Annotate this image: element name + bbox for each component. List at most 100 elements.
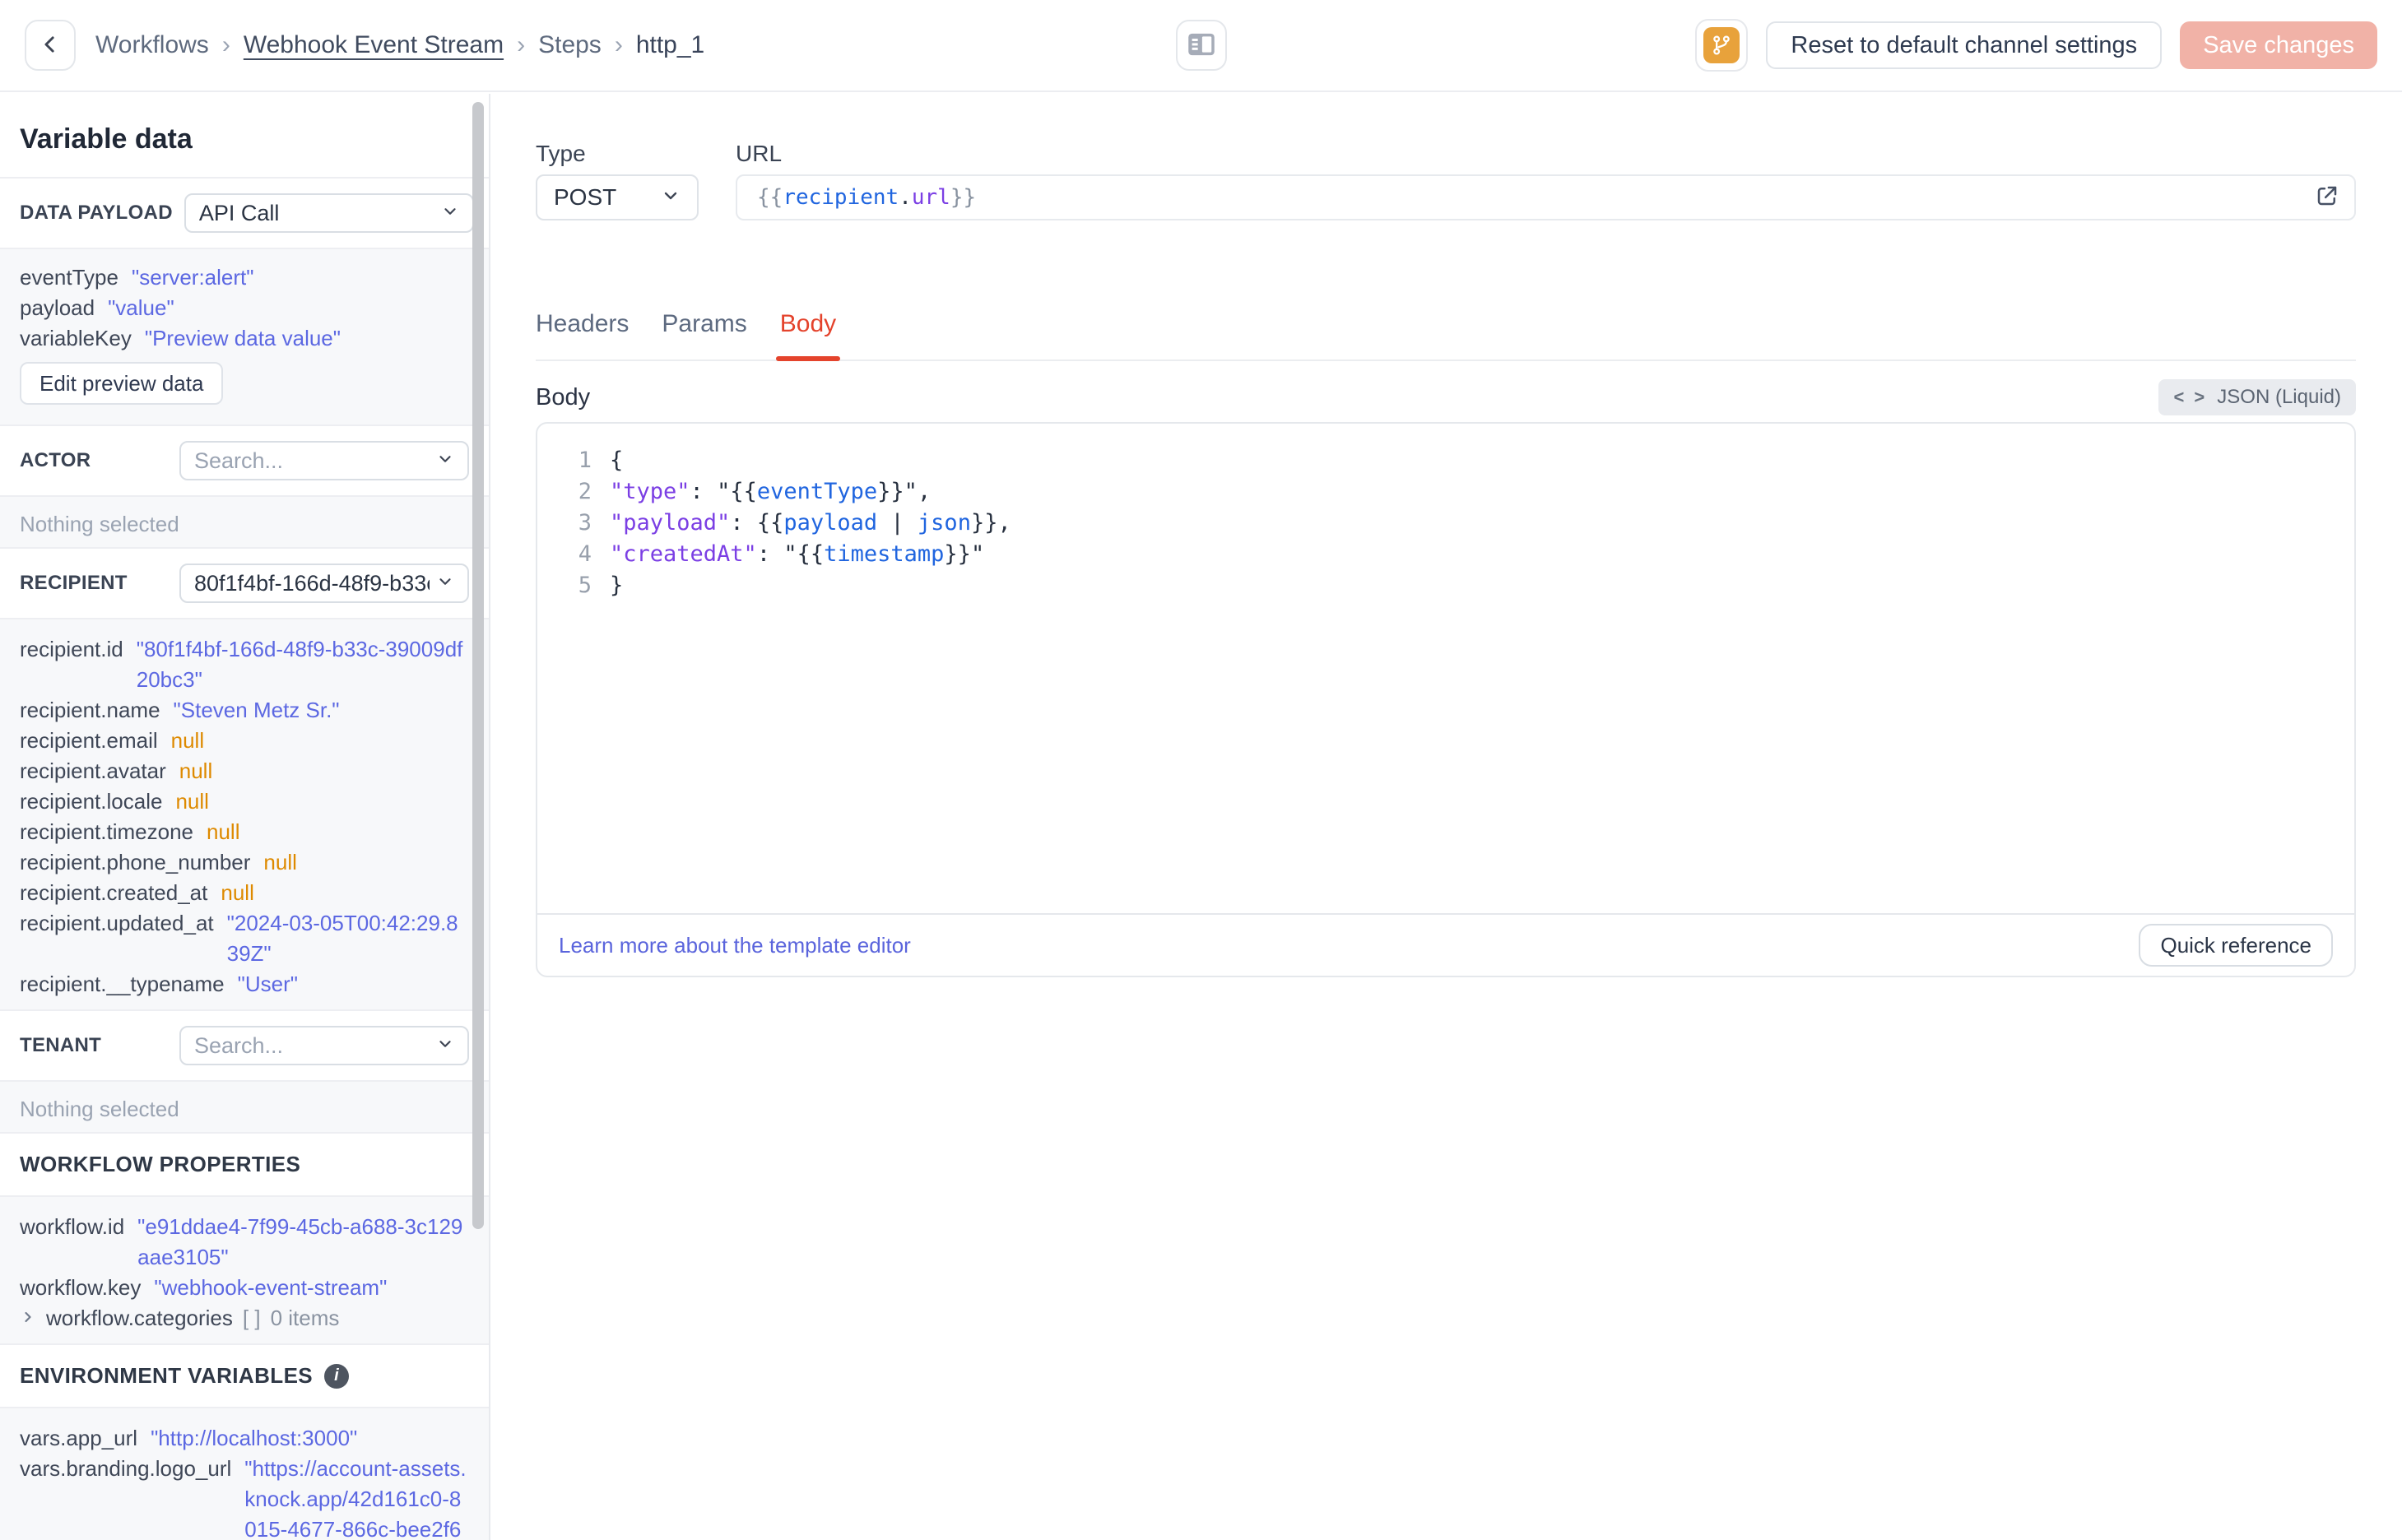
line-number: 4 [578, 541, 592, 567]
sidebar-title: Variable data [0, 94, 489, 179]
environment-variables-heading: ENVIRONMENT VARIABLES i [0, 1345, 489, 1407]
kv-row: vars.branding.logo_url "https://account-… [20, 1454, 469, 1540]
kv-row: recipient.updated_at "2024-03-05T00:42:2… [20, 908, 469, 969]
kv-row: recipient.__typename "User" [20, 969, 469, 1000]
environment-variables-section: vars.app_url "http://localhost:3000" var… [0, 1407, 489, 1540]
recipient-label: RECIPIENT [20, 572, 128, 594]
workflow-categories-row[interactable]: workflow.categories [ ] 0 items [20, 1303, 469, 1334]
breadcrumb-item[interactable]: Webhook Event Stream [244, 31, 504, 59]
kv-value: "https://account-assets.knock.app/42d161… [244, 1456, 467, 1540]
recipient-select[interactable]: 80f1f4bf-166d-48f9-b33c [179, 564, 469, 603]
code-area[interactable]: 1{2 "type": "{{eventType}}", 3 "payload": {… [537, 424, 2354, 913]
breadcrumb-separator: › [614, 31, 623, 58]
recipient-preview: recipient.id "80f1f4bf-166d-48f9-b33c-39… [0, 618, 489, 1011]
actor-select-placeholder: Search... [194, 448, 284, 473]
kv-row: recipient.created_at null [20, 878, 469, 908]
header: Workflows › Webhook Event Stream › Steps › htt… [0, 0, 2402, 92]
chevron-down-icon [436, 573, 454, 595]
actor-select[interactable]: Search... [179, 441, 469, 480]
breadcrumb-separator: › [221, 31, 230, 58]
tenant-empty-state: Nothing selected [0, 1080, 489, 1134]
tenant-select[interactable]: Search... [179, 1026, 469, 1065]
kv-key: recipient.updated_at [20, 911, 214, 935]
language-badge-label: JSON (Liquid) [2217, 386, 2341, 408]
template-editor-docs-link[interactable]: Learn more about the template editor [559, 933, 911, 958]
tenant-select-placeholder: Search... [194, 1032, 284, 1058]
kv-row: recipient.id "80f1f4bf-166d-48f9-b33c-39… [20, 634, 469, 695]
info-icon[interactable]: i [324, 1363, 350, 1389]
kv-row: recipient.phone_number null [20, 847, 469, 878]
back-button[interactable] [25, 20, 76, 71]
kv-key: payload [20, 295, 95, 320]
workflow-properties-section: workflow.id "e91ddae4-7f99-45cb-a688-3c1… [0, 1195, 489, 1345]
kv-value: "webhook-event-stream" [154, 1275, 388, 1300]
chevron-down-icon [441, 202, 459, 225]
tabs: Headers Params Body [536, 310, 2356, 361]
language-badge: < > JSON (Liquid) [2158, 379, 2356, 415]
quick-reference-button[interactable]: Quick reference [2139, 924, 2333, 967]
kv-row: recipient.timezone null [20, 817, 469, 847]
categories-brackets: [ ] [242, 1306, 261, 1330]
kv-value: null [221, 880, 254, 905]
kv-value: "e91ddae4-7f99-45cb-a688-3c129aae3105" [137, 1214, 463, 1269]
panel-toggle-button[interactable] [1175, 20, 1227, 71]
kv-value: "http://localhost:3000" [151, 1426, 358, 1450]
type-label: Type [536, 141, 586, 166]
save-changes-button[interactable]: Save changes [2180, 21, 2377, 69]
kv-key: workflow.key [20, 1275, 142, 1300]
method-select[interactable]: POST [536, 174, 699, 220]
kv-row: recipient.email null [20, 726, 469, 756]
kv-row: variableKey "Preview data value" [20, 323, 469, 354]
code-line: 2 "type": "{{eventType}}", [537, 476, 2354, 508]
tab-body[interactable]: Body [775, 310, 841, 361]
kv-key: recipient.avatar [20, 758, 166, 783]
url-value: {{recipient.url}} [757, 185, 977, 210]
data-payload-row: DATA PAYLOAD API Call [0, 179, 489, 248]
tab-params[interactable]: Params [662, 310, 746, 359]
code-line: 1{ [537, 445, 2354, 476]
kv-key: recipient.__typename [20, 972, 225, 996]
kv-row: workflow.id "e91ddae4-7f99-45cb-a688-3c1… [20, 1212, 469, 1273]
kv-value: "value" [108, 295, 174, 320]
type-group: Type POST [536, 140, 699, 220]
kv-key: recipient.created_at [20, 880, 208, 905]
sidebar-toggle-icon [1184, 27, 1219, 64]
environment-variables-label: ENVIRONMENT VARIABLES [20, 1363, 314, 1388]
sidebar-scrollbar[interactable] [472, 102, 484, 1229]
tab-headers[interactable]: Headers [536, 310, 629, 359]
url-input[interactable]: {{recipient.url}} [736, 174, 2356, 220]
kv-value: null [170, 728, 205, 753]
kv-row: recipient.locale null [20, 786, 469, 817]
url-label: URL [736, 141, 783, 166]
line-number: 3 [578, 510, 592, 536]
kv-key: recipient.phone_number [20, 850, 251, 874]
tenant-row: TENANT Search... [0, 1011, 489, 1080]
kv-value: "User" [237, 972, 298, 996]
data-payload-select[interactable]: API Call [184, 193, 474, 233]
kv-key: recipient.name [20, 698, 160, 722]
kv-row: recipient.avatar null [20, 756, 469, 786]
workflow-properties-label: WORKFLOW PROPERTIES [20, 1152, 301, 1176]
data-payload-preview: eventType "server:alert" payload "value"… [0, 248, 489, 426]
code-line: 3 "payload": {{payload | json}}, [537, 508, 2354, 539]
body-section-label: Body [536, 383, 591, 411]
chevron-down-icon [661, 186, 681, 210]
kv-row: vars.app_url "http://localhost:3000" [20, 1423, 469, 1454]
data-payload-select-value: API Call [198, 200, 280, 225]
actor-label: ACTOR [20, 449, 91, 471]
breadcrumb: Workflows › Webhook Event Stream › Steps › htt… [95, 31, 704, 59]
line-number: 2 [578, 479, 592, 504]
edit-preview-data-button[interactable]: Edit preview data [20, 362, 224, 405]
commit-button[interactable] [1695, 19, 1749, 72]
workflow-properties-heading: WORKFLOW PROPERTIES [0, 1134, 489, 1195]
line-number: 5 [578, 573, 592, 598]
kv-value: "Steven Metz Sr." [173, 698, 340, 722]
actor-row: ACTOR Search... [0, 426, 489, 495]
code-line: 4 "createdAt": "{{timestamp}}" [537, 539, 2354, 570]
kv-key: recipient.locale [20, 789, 163, 814]
reset-channel-settings-button[interactable]: Reset to default channel settings [1766, 21, 2163, 69]
variable-data-sidebar: Variable data DATA PAYLOAD API Call even… [0, 94, 490, 1540]
external-link-icon[interactable] [2315, 183, 2339, 212]
header-actions: Reset to default channel settings Save c… [1695, 19, 2377, 72]
breadcrumb-item: http_1 [635, 31, 705, 58]
